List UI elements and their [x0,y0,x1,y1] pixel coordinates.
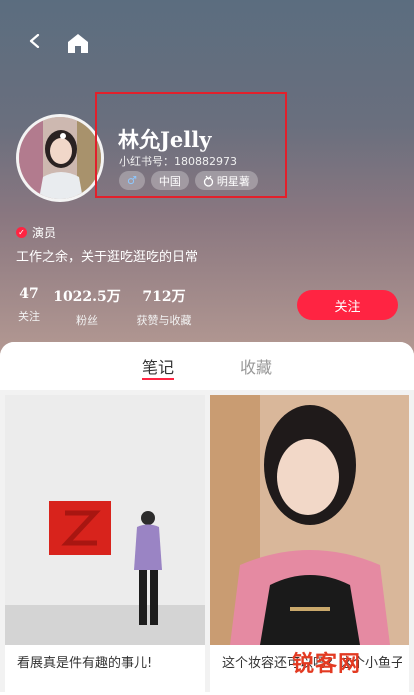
follow-button[interactable]: 关注 [297,290,398,320]
avatar-photo [19,117,101,199]
top-nav [0,26,414,62]
note-image [210,395,409,645]
star-tag[interactable]: 明星薯 [194,171,258,190]
location-tag: 中国 [150,171,189,190]
stat-likes[interactable]: 712万 获赞与收藏 [128,286,200,328]
stat-fans[interactable]: 1022.5万 粉丝 [52,286,122,328]
note-title: 看展真是件有趣的事儿! [17,656,153,671]
avatar[interactable] [16,114,104,202]
tab-notes[interactable]: 笔记 [142,354,174,378]
verification-label: 演员 [32,226,57,240]
profile-header: 林允Jelly 小红书号：180882973 ♂ 中国 明星薯 ✓ 演员 工作之… [0,0,414,360]
gender-tag: ♂ [119,171,145,190]
note-image [5,395,205,645]
watermark-logo: 锐客网 [292,652,362,677]
profile-name: 林允Jelly [118,127,212,152]
verification: ✓ 演员 [16,224,56,241]
red-id: 小红书号：180882973 [119,155,237,168]
home-icon[interactable] [66,32,90,54]
profile-tags: ♂ 中国 明星薯 [119,171,258,190]
stat-following[interactable]: 47 关注 [14,286,44,324]
verified-icon: ✓ [16,227,27,238]
note-card[interactable]: 看展真是件有趣的事儿! [5,395,205,695]
tab-underline [142,378,174,380]
tab-bar: 笔记 收藏 [0,342,414,390]
male-icon: ♂ [127,174,137,187]
medal-icon [203,175,214,187]
tab-collections[interactable]: 收藏 [240,354,272,378]
back-arrow-icon[interactable] [28,34,42,48]
bio: 工作之余，关于逛吃逛吃的日常 [16,250,199,265]
notes-panel: 笔记 收藏 看展真是件有趣的事儿! 这个妆容还可以吗？这个小鱼子又像只蘑菇 [0,342,414,695]
